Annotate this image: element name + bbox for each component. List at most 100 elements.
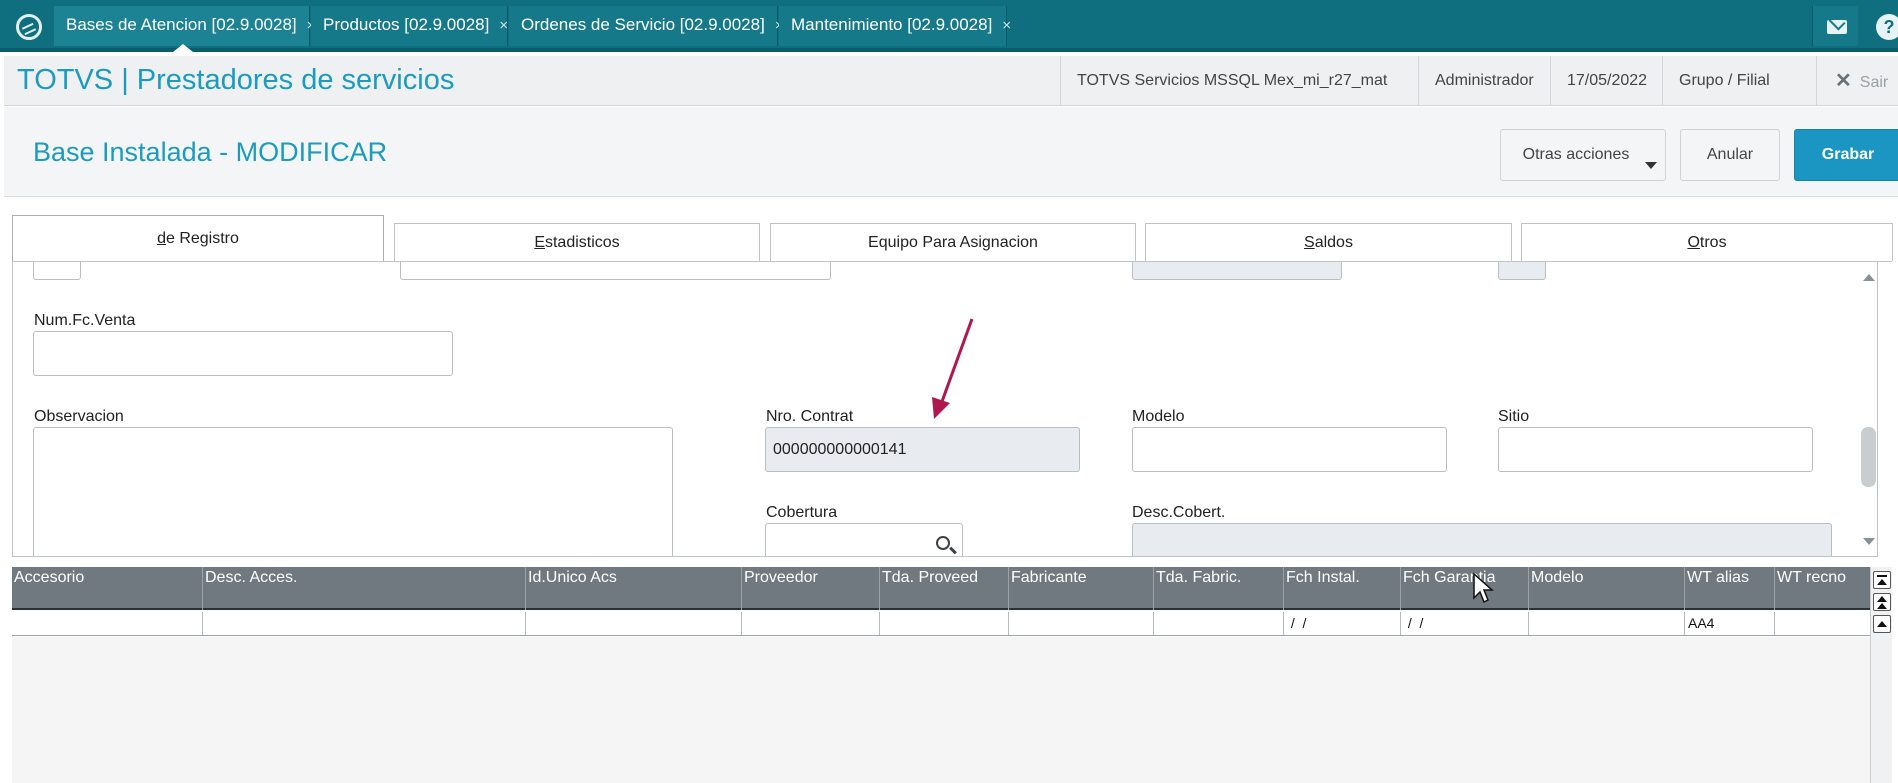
more-actions-button[interactable]: Otras acciones — [1500, 129, 1666, 181]
cobertura-field[interactable] — [765, 523, 963, 556]
table-cell[interactable] — [1009, 612, 1154, 635]
desc-cobert-field[interactable] — [1132, 523, 1832, 556]
tab-label: aldos — [1314, 234, 1353, 251]
branch-label[interactable]: Grupo / Filial — [1662, 56, 1786, 106]
column-header[interactable]: Modelo — [1529, 567, 1685, 610]
column-header[interactable]: Tda. Fabric. — [1154, 567, 1284, 610]
user-label[interactable]: Administrador — [1418, 56, 1550, 106]
desc-cobert-label: Desc.Cobert. — [1132, 504, 1226, 521]
column-header[interactable]: Id.Unico Acs — [526, 567, 742, 610]
column-header[interactable]: Desc. Acces. — [203, 567, 526, 610]
page-header: Base Instalada - MODIFICAR Otras accione… — [4, 107, 1898, 197]
table-cell[interactable] — [1529, 612, 1685, 635]
save-button[interactable]: Grabar — [1794, 129, 1898, 181]
grid-empty-area[interactable] — [12, 637, 1870, 783]
partial-field[interactable] — [33, 262, 81, 280]
page-up-icon[interactable] — [1873, 593, 1891, 611]
column-header[interactable]: Accesorio — [12, 567, 203, 610]
tab-otros[interactable]: Otros — [1521, 223, 1893, 261]
scroll-up-icon[interactable] — [1863, 274, 1875, 281]
tab-hotkey: O — [1687, 234, 1700, 251]
app-header: TOTVS | Prestadores de servicios TOTVS S… — [4, 56, 1898, 106]
tab-mantenimiento[interactable]: Mantenimiento [02.9.0028] × — [779, 6, 1011, 46]
tab-ordenes-de-servicio[interactable]: Ordenes de Servicio [02.9.0028]× — [509, 6, 784, 46]
partial-field[interactable] — [1132, 262, 1342, 280]
table-cell[interactable] — [1775, 612, 1870, 635]
date-label[interactable]: 17/05/2022 — [1550, 56, 1663, 106]
tab-hotkey: d — [157, 230, 166, 247]
nro-contrat-field[interactable]: 000000000000141 — [765, 427, 1080, 472]
form-scrollbar[interactable] — [1858, 262, 1878, 557]
column-header[interactable]: Fabricante — [1009, 567, 1154, 610]
tab-label: Bases de Atencion [02.9.0028] — [66, 15, 297, 34]
table-cell[interactable] — [1154, 612, 1284, 635]
grid-scroll-controls — [1870, 567, 1892, 783]
table-cell[interactable] — [526, 612, 742, 635]
page-title: Base Instalada - MODIFICAR — [33, 137, 388, 167]
close-icon[interactable]: × — [499, 17, 508, 34]
more-actions-label: Otras acciones — [1522, 146, 1630, 163]
tab-de-registro[interactable]: de Registro — [12, 215, 384, 261]
top-tab-bar: Bases de Atencion [02.9.0028]× Productos… — [0, 0, 1898, 52]
nro-contrat-label: Nro. Contrat — [766, 408, 854, 425]
partial-field[interactable] — [1498, 262, 1546, 280]
mail-icon — [1827, 20, 1847, 34]
partial-field[interactable] — [400, 262, 831, 280]
tab-bases-de-atencion[interactable]: Bases de Atencion [02.9.0028]× — [54, 6, 315, 46]
num-fc-venta-field[interactable] — [33, 331, 453, 376]
tab-label: Ordenes de Servicio [02.9.0028] — [521, 15, 765, 34]
table-cell[interactable]: AA4 — [1685, 612, 1775, 635]
tab-label: tros — [1699, 234, 1727, 251]
mouse-pointer-icon — [1473, 572, 1494, 604]
table-cell[interactable]: / / — [1284, 612, 1401, 635]
exit-label: Sair — [1859, 74, 1889, 91]
table-cell[interactable] — [203, 612, 526, 635]
tab-label: e Registro — [165, 230, 239, 247]
column-header[interactable]: Fch Garantia — [1401, 567, 1529, 610]
tab-saldos[interactable]: Saldos — [1145, 223, 1512, 261]
tab-estadisticos[interactable]: Estadisticos — [394, 223, 760, 261]
messages-button[interactable] — [1812, 6, 1858, 46]
table-row[interactable]: / / / / AA4 — [12, 612, 1870, 636]
table-cell[interactable] — [12, 612, 203, 635]
exit-button[interactable]: ✕ Sair — [1816, 56, 1888, 106]
table-cell[interactable]: / / — [1401, 612, 1529, 635]
app-title: TOTVS | Prestadores de servicios — [17, 64, 455, 96]
tab-label: Productos [02.9.0028] — [323, 15, 490, 34]
scroll-down-icon[interactable] — [1863, 538, 1875, 545]
tab-hotkey: S — [1304, 234, 1315, 251]
close-icon: ✕ — [1835, 70, 1852, 92]
active-tab-indicator — [173, 44, 193, 52]
modelo-field[interactable] — [1132, 427, 1447, 472]
column-header[interactable]: WT alias — [1685, 567, 1775, 610]
close-icon[interactable]: × — [1002, 17, 1011, 34]
num-fc-venta-label: Num.Fc.Venta — [34, 312, 136, 329]
cobertura-label: Cobertura — [766, 504, 838, 521]
cancel-button[interactable]: Anular — [1680, 129, 1780, 181]
scroll-thumb[interactable] — [1861, 427, 1876, 487]
observacion-textarea[interactable] — [33, 427, 673, 556]
totvs-logo-icon[interactable] — [16, 14, 42, 40]
tab-equipo-para-asignacion[interactable]: Equipo Para Asignacion — [770, 223, 1136, 261]
tab-label: stadisticos — [544, 234, 620, 251]
scroll-top-icon[interactable] — [1873, 571, 1891, 589]
tab-hotkey: E — [534, 234, 545, 251]
table-cell[interactable] — [742, 612, 880, 635]
column-header[interactable]: Proveedor — [742, 567, 880, 610]
accessories-grid-header: Accesorio Desc. Acces. Id.Unico Acs Prov… — [12, 567, 1870, 610]
tab-productos[interactable]: Productos [02.9.0028] × — [311, 6, 508, 46]
help-icon[interactable]: ? — [1876, 14, 1898, 40]
search-icon[interactable] — [936, 536, 950, 550]
tab-label: Mantenimiento [02.9.0028] — [791, 15, 993, 34]
scroll-up-icon[interactable] — [1873, 615, 1891, 633]
column-header[interactable]: Tda. Proveed — [880, 567, 1009, 610]
observacion-label: Observacion — [34, 408, 124, 425]
column-header[interactable]: WT recno — [1775, 567, 1870, 610]
chevron-down-icon — [1645, 162, 1657, 169]
environment-label[interactable]: TOTVS Servicios MSSQL Mex_mi_r27_mat — [1060, 56, 1403, 106]
sitio-field[interactable] — [1498, 427, 1813, 472]
sitio-label: Sitio — [1498, 408, 1530, 425]
column-header[interactable]: Fch Instal. — [1284, 567, 1401, 610]
tab-label: Equipo Para Asignacion — [868, 234, 1038, 251]
table-cell[interactable] — [880, 612, 1009, 635]
